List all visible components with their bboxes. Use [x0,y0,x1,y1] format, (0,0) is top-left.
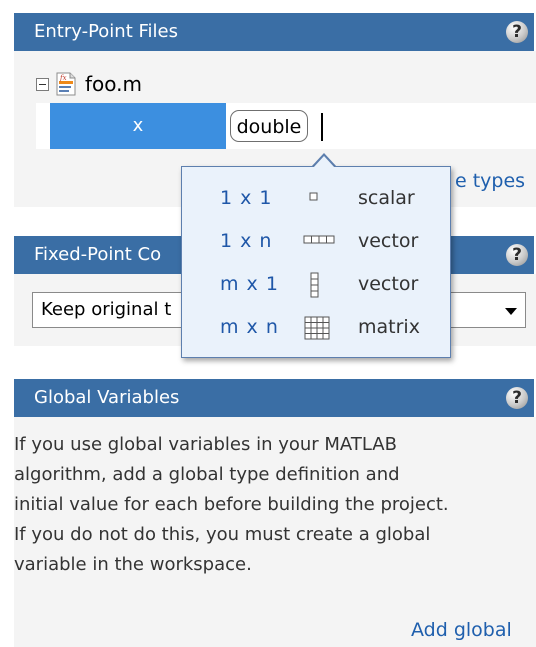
input-variable-row[interactable]: x double [36,103,536,149]
size-option-scalar[interactable]: 1 x 1 scalar [182,178,450,218]
svg-text:fx: fx [59,74,67,82]
fixed-point-title: Fixed-Point Co [34,244,162,265]
size-option-matrix[interactable]: m x n matrix [182,307,450,347]
help-icon[interactable]: ? [506,244,528,266]
column-divider [226,103,228,149]
collapse-icon[interactable] [36,77,49,91]
size-kind: matrix [358,316,420,338]
type-field[interactable]: double [230,110,308,142]
add-global-link[interactable]: Add global [411,619,512,641]
description-line: variable in the workspace. [14,554,252,575]
description-line: If you use global variables in your MATL… [14,434,397,455]
entry-point-files-title: Entry-Point Files [34,21,178,42]
size-dims: m x n [220,316,279,338]
global-variables-description: If you use global variables in your MATL… [14,430,536,580]
file-name: foo.m [85,72,143,96]
help-icon[interactable]: ? [506,21,528,43]
row-vector-icon [303,235,335,244]
size-option-column-vector[interactable]: m x 1 vector [182,264,450,304]
description-line: If you do not do this, you must create a… [14,524,431,545]
size-dims: 1 x n [220,230,273,252]
text-cursor [321,113,323,141]
help-icon[interactable]: ? [506,387,528,409]
column-vector-icon [310,272,319,298]
popup-pointer-fill [313,156,335,168]
size-dims: 1 x 1 [220,187,273,209]
description-line: algorithm, add a global type definition … [14,464,400,485]
size-option-row-vector[interactable]: 1 x n vector [182,221,450,261]
fixed-point-select-value: Keep original t [41,299,172,320]
file-tree-item[interactable]: fx foo.m [36,71,142,97]
size-kind: vector [358,230,419,252]
chevron-down-icon[interactable] [505,308,517,315]
global-variables-header: Global Variables ? [14,379,534,417]
size-options-popup: 1 x 1 scalar 1 x n vector m x 1 vector m… [181,166,451,358]
size-kind: scalar [358,187,415,209]
description-line: initial value for each before building t… [14,494,449,515]
variable-name[interactable]: x [50,103,226,149]
entry-point-files-header: Entry-Point Files ? [14,13,534,51]
define-types-link[interactable]: e types [455,170,525,192]
matrix-icon [304,316,330,340]
matlab-function-file-icon: fx [56,72,76,96]
scalar-icon [309,192,318,201]
size-dims: m x 1 [220,273,279,295]
global-variables-title: Global Variables [34,387,180,408]
size-kind: vector [358,273,419,295]
